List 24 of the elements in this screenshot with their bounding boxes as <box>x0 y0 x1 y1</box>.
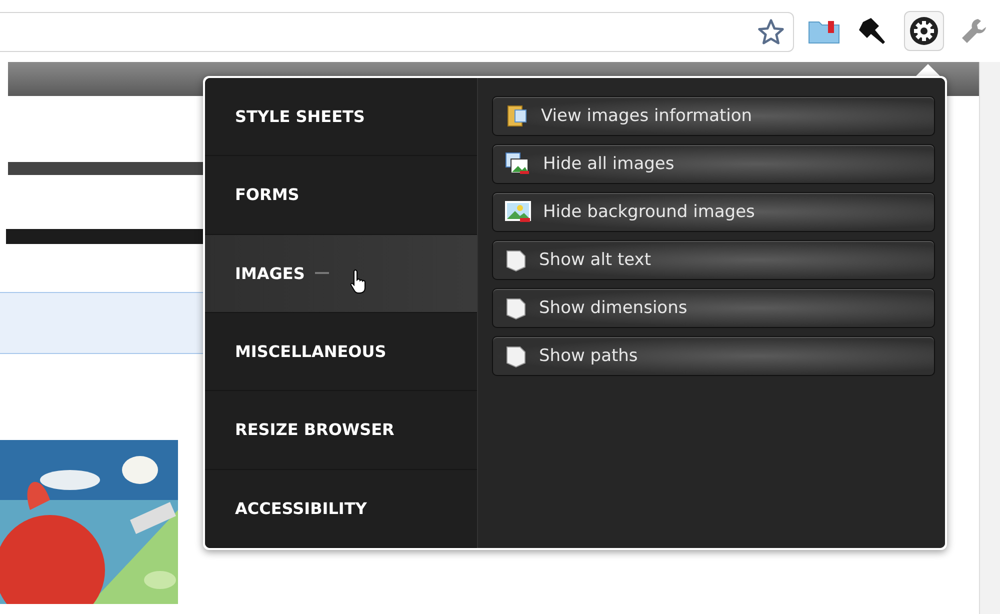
category-item[interactable]: RESIZE BROWSER <box>205 391 477 470</box>
folder-icon <box>808 18 840 44</box>
wrench-icon <box>960 17 988 45</box>
document-icon <box>505 104 529 128</box>
category-item[interactable]: ACCESSIBILITY <box>205 470 477 548</box>
extension-button[interactable] <box>904 11 944 51</box>
category-item[interactable]: MISCELLANEOUS <box>205 312 477 392</box>
scrollbar[interactable] <box>979 62 1000 614</box>
action-button[interactable]: View images information <box>492 96 935 136</box>
category-item[interactable]: STYLE SHEETS <box>205 78 477 156</box>
images-icon <box>505 152 531 176</box>
action-button[interactable]: Hide background images <box>492 192 935 232</box>
action-button[interactable]: Hide all images <box>492 144 935 184</box>
star-icon[interactable] <box>757 18 785 46</box>
gear-icon <box>909 16 939 46</box>
note-icon <box>505 296 527 320</box>
action-button[interactable]: Show paths <box>492 336 935 376</box>
note-icon <box>505 344 527 368</box>
note-icon <box>505 248 527 272</box>
category-item[interactable]: FORMS <box>205 156 477 235</box>
category-item[interactable]: IMAGES <box>205 234 477 313</box>
action-button[interactable]: Show dimensions <box>492 288 935 328</box>
action-button[interactable]: Show alt text <box>492 240 935 280</box>
image-icon <box>505 201 531 223</box>
